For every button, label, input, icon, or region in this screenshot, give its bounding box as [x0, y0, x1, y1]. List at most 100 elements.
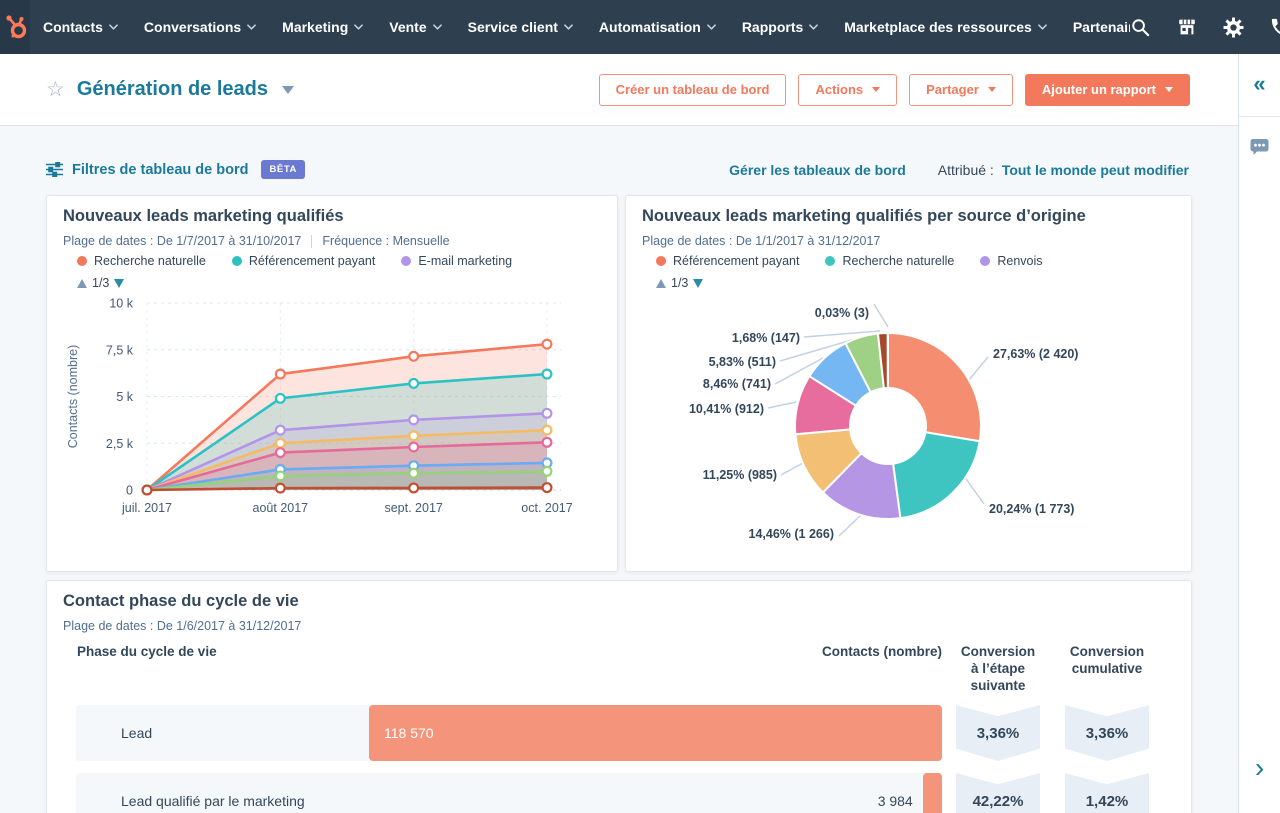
donut-slice-label: 27,63% (2 420) — [993, 347, 1079, 361]
calls-icon[interactable] — [1269, 16, 1280, 39]
nav-item-conversations[interactable]: Conversations — [131, 0, 269, 54]
conversion-next-step-badge: 42,22% — [956, 773, 1040, 813]
comments-icon[interactable] — [1239, 138, 1280, 156]
data-point-marker[interactable] — [141, 484, 153, 496]
donut-slice-label: 8,46% (741) — [702, 377, 771, 391]
nav-item-label: Marketing — [282, 19, 349, 35]
data-point-marker[interactable] — [541, 482, 553, 494]
search-icon[interactable] — [1130, 17, 1151, 38]
funnel-count: 3 984 — [877, 793, 913, 809]
dashboard-switcher-caret-icon[interactable] — [282, 85, 294, 94]
chevron-down-icon — [109, 24, 118, 30]
column-header-stage: Phase du cycle de vie — [77, 644, 217, 659]
collapse-panel-icon[interactable]: « — [1239, 54, 1280, 117]
actions-label: Actions — [815, 82, 864, 97]
data-point-marker[interactable] — [541, 368, 553, 380]
data-point-marker[interactable] — [541, 436, 553, 448]
actions-button[interactable]: Actions — [798, 73, 898, 106]
chevron-down-icon — [564, 24, 573, 30]
report-card-leads-by-source-donut: Nouveaux leads marketing qualifiés per s… — [625, 195, 1192, 572]
data-point-marker[interactable] — [408, 467, 420, 479]
page-title: Génération de leads — [76, 78, 268, 100]
column-header-contacts: Contacts (nombre) — [821, 644, 942, 659]
chevron-down-icon — [706, 24, 716, 30]
data-point-marker[interactable] — [274, 392, 286, 404]
chevron-down-icon — [247, 24, 257, 30]
dashboard-header: ☆ Génération de leads Créer un tableau d… — [0, 54, 1238, 126]
dashboard-filters-toggle[interactable]: Filtres de tableau de bord BÊTA — [46, 160, 306, 179]
favorite-star-icon[interactable]: ☆ — [46, 79, 65, 100]
report-title: Nouveaux leads marketing qualifiés — [63, 207, 344, 225]
create-dashboard-button[interactable]: Créer un tableau de bord — [598, 73, 787, 106]
data-point-marker[interactable] — [408, 377, 420, 389]
legend-label: Référencement payant — [248, 254, 376, 268]
conversion-cumulative-badge: 3,36% — [1065, 705, 1149, 761]
data-point-marker[interactable] — [408, 482, 420, 494]
data-point-marker[interactable] — [541, 424, 553, 436]
svg-text:0: 0 — [126, 484, 133, 498]
manage-dashboards-link[interactable]: Gérer les tableaux de bord — [729, 162, 906, 178]
caret-down-icon — [987, 87, 996, 92]
dashboard-meta-links: Gérer les tableaux de bord Attribué : To… — [729, 162, 1189, 178]
nav-item-marketing[interactable]: Marketing — [269, 0, 376, 54]
data-point-marker[interactable] — [274, 424, 286, 436]
data-point-marker[interactable] — [408, 350, 420, 362]
share-button[interactable]: Partager — [909, 73, 1013, 106]
conversion-next-step-badge: 3,36% — [956, 705, 1040, 761]
donut-slice-label: 11,25% (985) — [702, 468, 777, 482]
hubspot-logo-icon[interactable] — [0, 0, 30, 54]
legend-item[interactable]: Référencement payant — [231, 254, 376, 268]
data-point-marker[interactable] — [541, 338, 553, 350]
chart-legend: Recherche naturelle Référencement payant E… — [77, 254, 512, 268]
nav-item-service-client[interactable]: Service client — [455, 0, 586, 54]
donut-slice-label: 1,68% (147) — [731, 331, 800, 345]
data-point-marker[interactable] — [541, 407, 553, 419]
settings-icon[interactable] — [1223, 17, 1244, 38]
nav-item-rapports[interactable]: Rapports — [729, 0, 831, 54]
top-navigation-bar: Contacts Conversations Marketing Vente Servi… — [0, 0, 1280, 54]
dashboard-filters-label: Filtres de tableau de bord — [72, 161, 249, 178]
conversion-cumulative-badge: 1,42% — [1065, 773, 1149, 813]
data-point-marker[interactable] — [274, 482, 286, 494]
data-point-marker[interactable] — [541, 465, 553, 477]
nav-item-marketplace-des-ressources[interactable]: Marketplace des ressources — [831, 0, 1060, 54]
data-point-marker[interactable] — [274, 368, 286, 380]
data-point-marker[interactable] — [274, 470, 286, 482]
data-point-marker[interactable] — [408, 441, 420, 453]
share-label: Partager — [926, 82, 979, 97]
nav-item-label: Conversations — [143, 19, 242, 35]
legend-item[interactable]: E-mail marketing — [401, 254, 512, 268]
nav-item-contacts[interactable]: Contacts — [30, 0, 131, 54]
header-actions: Créer un tableau de bord Actions Partage… — [598, 73, 1190, 106]
nav-item-vente[interactable]: Vente — [376, 0, 454, 54]
donut-slice[interactable] — [891, 431, 981, 520]
divider — [311, 234, 313, 248]
data-point-marker[interactable] — [408, 414, 420, 426]
nav-item-label: Contacts — [43, 19, 103, 35]
svg-text:juil. 2017: juil. 2017 — [121, 501, 172, 515]
create-dashboard-label: Créer un tableau de bord — [615, 82, 770, 97]
nav-item-label: Rapports — [741, 19, 804, 35]
expand-panel-icon[interactable]: › — [1239, 754, 1280, 782]
assigned-label: Attribué : — [937, 161, 994, 178]
nav-item-automatisation[interactable]: Automatisation — [586, 0, 729, 54]
filter-sliders-icon — [46, 162, 63, 177]
main-menu: Contacts Conversations Marketing Vente Servi… — [30, 0, 1130, 54]
legend-item[interactable]: Recherche naturelle — [77, 254, 206, 268]
svg-text:10 k: 10 k — [109, 297, 133, 311]
data-point-marker[interactable] — [408, 430, 420, 442]
add-report-button[interactable]: Ajouter un rapport — [1024, 73, 1190, 106]
report-card-lifecycle-funnel: Contact phase du cycle de vie Plage de d… — [46, 580, 1192, 813]
data-point-marker[interactable] — [274, 447, 286, 459]
donut-slice[interactable] — [887, 331, 982, 443]
marketplace-icon[interactable] — [1176, 16, 1198, 38]
nav-item-partenaires[interactable]: Partenaires — [1060, 0, 1130, 54]
funnel-count: 118 570 — [384, 725, 434, 741]
chevron-down-icon — [809, 24, 819, 30]
donut-chart: 27,63% (2 420) 20,24% (1 773) 14,46% (1 26… — [626, 196, 1191, 571]
assigned-permission-link[interactable]: Tout le monde peut modifier — [1002, 162, 1189, 178]
add-report-label: Ajouter un rapport — [1041, 82, 1156, 97]
data-point-marker[interactable] — [274, 437, 286, 449]
donut-slice-label: 5,83% (511) — [708, 355, 776, 369]
legend-dot-icon — [77, 256, 87, 266]
